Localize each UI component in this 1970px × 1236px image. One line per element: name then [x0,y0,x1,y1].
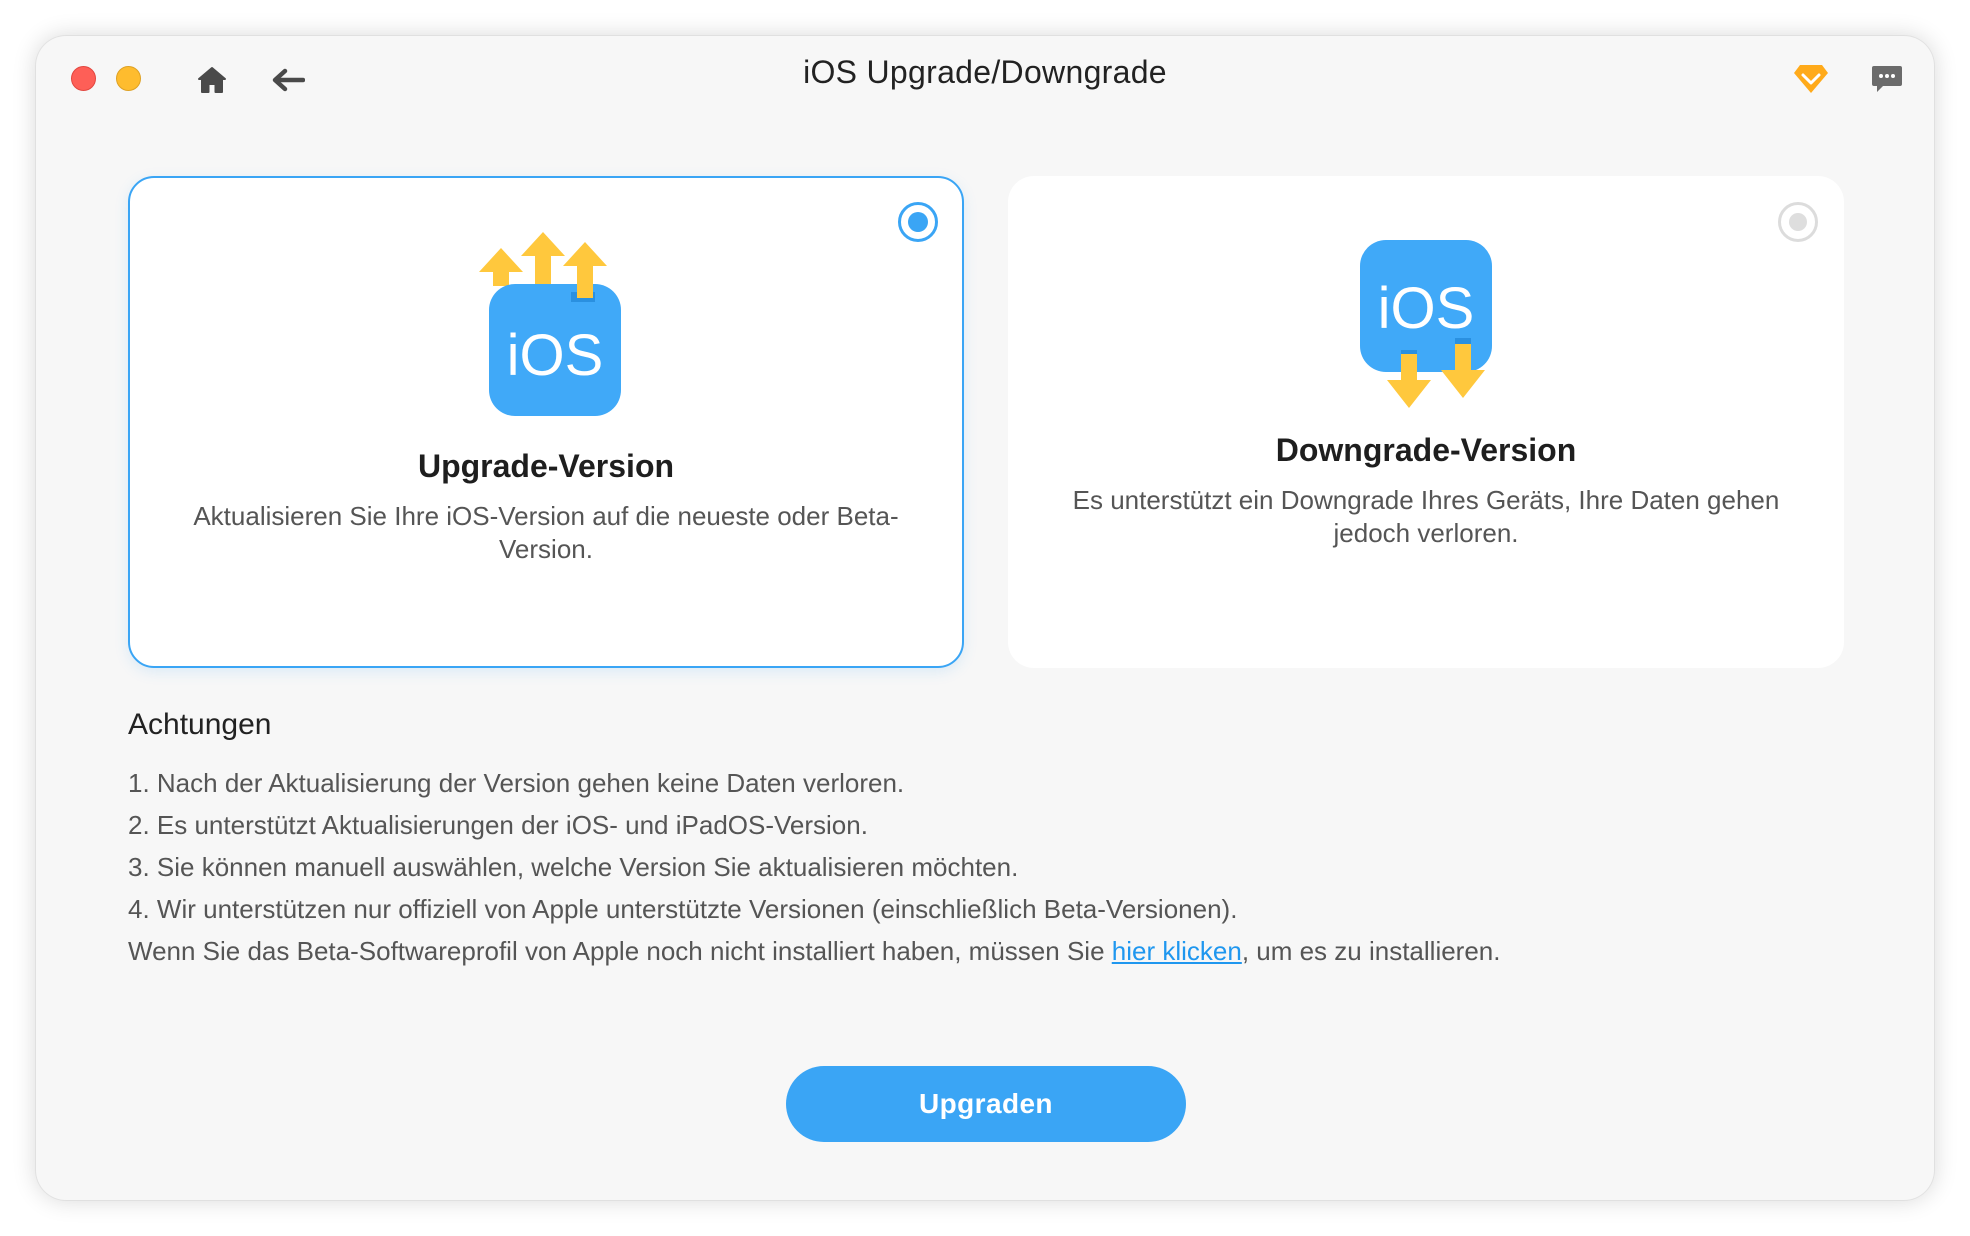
upgrade-radio[interactable] [898,202,938,242]
profile-note: Wenn Sie das Beta-Softwareprofil von App… [128,930,1848,972]
notes-section: Achtungen 1. Nach der Aktualisierung der… [128,708,1848,972]
note-item: 4. Wir unterstützen nur offiziell von Ap… [128,894,1238,924]
upgrade-button[interactable]: Upgraden [786,1066,1186,1142]
chat-bubble-icon[interactable] [1864,56,1910,102]
install-profile-link[interactable]: hier klicken [1112,936,1242,966]
note-item: 2. Es unterstützt Aktualisierungen der i… [128,810,868,840]
upgrade-option-card[interactable]: iOS Upgrade-Version Aktualisieren Sie Ih… [128,176,964,668]
note-item: 3. Sie können manuell auswählen, welche … [128,852,1019,882]
ios-upgrade-icon: iOS [471,232,621,432]
upgrade-title: Upgrade-Version [417,448,675,484]
downgrade-radio[interactable] [1778,202,1818,242]
notes-title: Achtungen [128,708,272,741]
ios-downgrade-icon: iOS [1351,240,1501,420]
upgrade-description: Aktualisieren Sie Ihre iOS-Version auf d… [193,501,899,564]
profile-note-suffix: , um es zu installieren. [1241,936,1501,966]
upgrade-icon-text: iOS [507,323,604,388]
diamond-icon[interactable] [1788,56,1834,102]
downgrade-option-card[interactable]: iOS Downgrade-Version Es unterstützt ein… [1008,176,1844,668]
downgrade-title: Downgrade-Version [1275,432,1577,468]
profile-note-prefix: Wenn Sie das Beta-Softwareprofil von App… [128,936,1112,966]
downgrade-description: Es unterstützt ein Downgrade Ihres Gerät… [1072,485,1780,548]
downgrade-icon-text: iOS [1378,276,1475,341]
title-bar: iOS Upgrade/Downgrade [36,36,1934,116]
app-window: iOS Upgrade/Downgrade iOS Upgrade-Versio… [36,36,1934,1200]
window-title: iOS Upgrade/Downgrade [803,54,1167,90]
note-item: 1. Nach der Aktualisierung der Version g… [128,768,905,798]
